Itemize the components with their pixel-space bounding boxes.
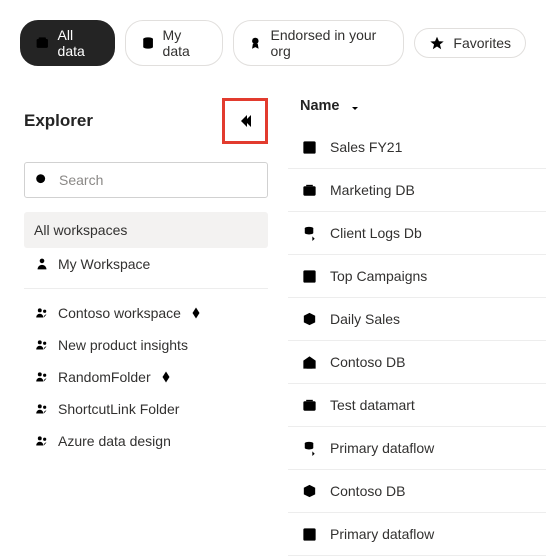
filter-endorsed[interactable]: Endorsed in your org: [233, 20, 405, 66]
data-row[interactable]: Primary dataflow: [288, 427, 546, 470]
item-name: Daily Sales: [330, 311, 400, 327]
workspace-label: RandomFolder: [58, 369, 151, 385]
data-row[interactable]: Client Logs Db: [288, 212, 546, 255]
search-icon: [34, 172, 50, 188]
workspace-item-my[interactable]: My Workspace: [24, 248, 268, 280]
group-icon: [34, 305, 50, 321]
warehouse-icon: [300, 353, 318, 371]
filter-bar: All data My data Endorsed in your org Fa…: [0, 0, 546, 78]
column-header-name[interactable]: Name: [288, 98, 546, 126]
item-name: Client Logs Db: [330, 225, 422, 241]
workspace-list: All workspaces My Workspace Contoso work…: [24, 212, 268, 457]
workspace-item[interactable]: Contoso workspace: [24, 297, 268, 329]
group-icon: [34, 401, 50, 417]
workspace-item-all[interactable]: All workspaces: [24, 212, 268, 248]
collapse-pane-button[interactable]: [222, 98, 268, 144]
person-icon: [34, 256, 50, 272]
workspace-label: Azure data design: [58, 433, 171, 449]
group-icon: [34, 369, 50, 385]
workspace-label: ShortcutLink Folder: [58, 401, 179, 417]
filter-favorites[interactable]: Favorites: [414, 28, 526, 58]
dataflow-icon: [300, 439, 318, 457]
workspace-label: Contoso workspace: [58, 305, 181, 321]
filter-my-data[interactable]: My data: [125, 20, 223, 66]
filter-button[interactable]: [244, 172, 260, 188]
star-icon: [429, 35, 445, 51]
search-wrap: [24, 162, 268, 198]
dataset-icon: [300, 310, 318, 328]
filter-icon: [244, 172, 260, 188]
workspace-item[interactable]: RandomFolder: [24, 361, 268, 393]
premium-icon: [189, 306, 203, 320]
data-row[interactable]: Daily Sales: [288, 298, 546, 341]
workspace-item[interactable]: Azure data design: [24, 425, 268, 457]
explorer-pane: Explorer All workspaces My Workspace: [0, 82, 280, 556]
item-name: Marketing DB: [330, 182, 415, 198]
search-input[interactable]: [24, 162, 268, 198]
workspace-label: My Workspace: [58, 256, 150, 272]
ribbon-icon: [248, 35, 263, 51]
workspace-label: All workspaces: [34, 222, 127, 238]
data-row[interactable]: Sales FY21: [288, 126, 546, 169]
data-list: Sales FY21 Marketing DB Client Logs Db T…: [288, 126, 546, 556]
workspace-item[interactable]: ShortcutLink Folder: [24, 393, 268, 425]
data-row[interactable]: Top Campaigns: [288, 255, 546, 298]
divider: [24, 288, 268, 289]
item-name: Primary dataflow: [330, 440, 434, 456]
dashboard-icon: [300, 138, 318, 156]
group-icon: [34, 433, 50, 449]
filter-all-data[interactable]: All data: [20, 20, 115, 66]
dataset-icon: [300, 482, 318, 500]
filter-label: Endorsed in your org: [271, 27, 390, 59]
data-row[interactable]: Contoso DB: [288, 341, 546, 384]
data-row[interactable]: Contoso DB: [288, 470, 546, 513]
data-row[interactable]: Marketing DB: [288, 169, 546, 212]
stack-icon: [35, 35, 50, 51]
datamart-icon: [300, 396, 318, 414]
datamart-icon: [300, 181, 318, 199]
workspace-item[interactable]: New product insights: [24, 329, 268, 361]
dataflow-box-icon: [300, 525, 318, 543]
filter-label: All data: [58, 27, 100, 59]
dataflow-icon: [300, 224, 318, 242]
filter-label: My data: [163, 27, 208, 59]
database-icon: [140, 35, 155, 51]
filter-label: Favorites: [453, 35, 511, 51]
item-name: Top Campaigns: [330, 268, 427, 284]
item-name: Sales FY21: [330, 139, 402, 155]
item-name: Contoso DB: [330, 483, 405, 499]
chevrons-left-icon: [236, 112, 254, 130]
data-row[interactable]: Primary dataflow: [288, 513, 546, 556]
sort-desc-icon: [350, 101, 360, 111]
premium-icon: [159, 370, 173, 384]
data-row[interactable]: Test datamart: [288, 384, 546, 427]
workspace-label: New product insights: [58, 337, 188, 353]
dashboard-icon: [300, 267, 318, 285]
column-title: Name: [300, 98, 340, 114]
group-icon: [34, 337, 50, 353]
explorer-title: Explorer: [24, 111, 93, 131]
item-name: Test datamart: [330, 397, 415, 413]
data-pane: Name Sales FY21 Marketing DB Client Logs…: [280, 82, 546, 556]
item-name: Primary dataflow: [330, 526, 434, 542]
item-name: Contoso DB: [330, 354, 405, 370]
